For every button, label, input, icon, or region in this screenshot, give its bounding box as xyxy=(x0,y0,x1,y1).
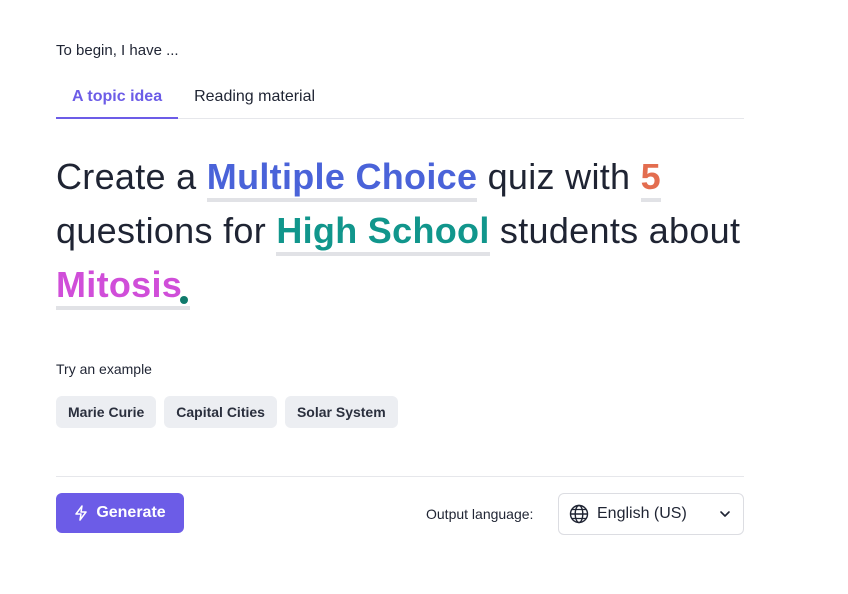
sentence-text: quiz with xyxy=(477,156,641,197)
example-chips: Marie Curie Capital Cities Solar System xyxy=(56,396,398,428)
generate-label: Generate xyxy=(96,504,166,521)
tab-reading-material[interactable]: Reading material xyxy=(178,80,331,117)
tab-topic-idea[interactable]: A topic idea xyxy=(56,80,179,119)
example-chip-marie-curie[interactable]: Marie Curie xyxy=(56,396,157,428)
topic-input[interactable]: Mitosis xyxy=(56,264,191,310)
example-chip-solar-system[interactable]: Solar System xyxy=(284,396,398,428)
divider xyxy=(56,476,744,477)
example-chip-capital-cities[interactable]: Capital Cities xyxy=(164,396,277,428)
output-language-value: English (US) xyxy=(597,505,687,522)
topic-value: Mitosis xyxy=(56,264,183,305)
quiz-prompt-sentence: Create a Multiple Choice quiz with 5 que… xyxy=(56,150,744,312)
sentence-text: questions for xyxy=(56,210,277,251)
generate-button[interactable]: Generate xyxy=(56,493,184,533)
sentence-text: students about xyxy=(489,210,741,251)
source-tabs: A topic idea Reading material xyxy=(56,80,744,119)
try-example-label: Try an example xyxy=(56,361,152,377)
intro-text: To begin, I have ... xyxy=(56,42,179,59)
output-language-label: Output language: xyxy=(426,506,534,522)
chevron-down-icon xyxy=(719,510,731,518)
text-cursor xyxy=(180,296,189,304)
quiz-type-selector[interactable]: Multiple Choice xyxy=(206,156,478,202)
globe-icon xyxy=(569,504,597,524)
lightning-icon xyxy=(74,505,88,521)
sentence-text: Create a xyxy=(56,156,207,197)
output-language-select[interactable]: English (US) xyxy=(558,493,744,535)
question-count-selector[interactable]: 5 xyxy=(640,156,661,202)
grade-level-selector[interactable]: High School xyxy=(276,210,490,256)
